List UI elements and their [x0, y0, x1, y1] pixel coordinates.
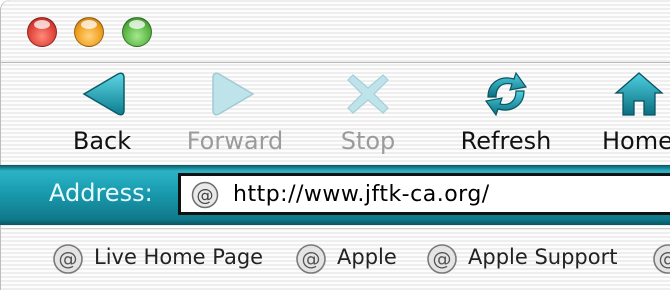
stop-button[interactable]: Stop	[336, 71, 400, 159]
svg-text:@: @	[433, 248, 452, 270]
back-button[interactable]: Back	[62, 71, 142, 159]
favorite-label: Apple	[337, 245, 397, 269]
at-sign-icon: @	[427, 244, 457, 274]
browser-window: Back Forward Stop Refresh Home Address: …	[0, 0, 670, 290]
refresh-button[interactable]: Refresh	[455, 71, 557, 159]
navigation-toolbar: Back Forward Stop Refresh Home	[0, 63, 670, 163]
favorites-bar: @ Live Home Page @ Apple @ Apple Support…	[0, 228, 670, 287]
stop-label: Stop	[340, 127, 396, 155]
forward-label: Forward	[186, 127, 284, 155]
home-button[interactable]: Home	[602, 71, 670, 159]
close-button[interactable]	[27, 17, 57, 47]
forward-button[interactable]: Forward	[180, 71, 290, 159]
refresh-label: Refresh	[460, 127, 552, 155]
svg-text:@: @	[197, 186, 214, 206]
back-label: Back	[72, 127, 132, 155]
forward-arrow-icon	[212, 72, 255, 116]
address-label: Address:	[49, 179, 153, 207]
zoom-button[interactable]	[122, 17, 152, 47]
svg-text:@: @	[59, 248, 78, 270]
svg-text:@: @	[659, 248, 670, 270]
at-sign-icon: @	[53, 244, 83, 274]
address-bar: Address: @ http://www.jftk-ca.org/	[0, 165, 670, 225]
at-sign-icon: @	[653, 244, 670, 274]
favorite-label: Live Home Page	[94, 245, 264, 269]
at-sign-icon: @	[296, 244, 326, 274]
at-sign-icon: @	[191, 181, 219, 209]
stop-x-icon	[347, 74, 389, 114]
home-label: Home	[602, 127, 670, 155]
refresh-arrows-icon	[484, 71, 528, 117]
house-icon	[614, 72, 664, 116]
favorite-label: Apple Support	[468, 245, 618, 269]
svg-text:@: @	[302, 248, 321, 270]
address-field[interactable]: @ http://www.jftk-ca.org/	[178, 173, 670, 215]
back-arrow-icon	[82, 72, 125, 116]
minimize-button[interactable]	[74, 17, 104, 47]
title-bar	[0, 0, 670, 63]
address-url[interactable]: http://www.jftk-ca.org/	[233, 182, 490, 207]
